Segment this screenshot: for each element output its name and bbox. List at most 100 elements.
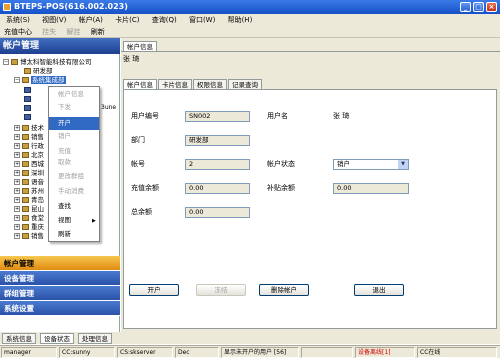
context-menu: 帐户信息 下发 开户 销户 充值 取款 更改群组 手动消费 查找 视图 ▶ 刷新 [48, 86, 100, 242]
tree-item[interactable]: + 昆山 [14, 205, 44, 213]
folder-icon [22, 188, 29, 194]
status-message: 显示未开户的用户 [56] [221, 347, 299, 358]
tree-item-sysint[interactable]: − 系统集成部 [14, 76, 66, 84]
menu-view[interactable]: 视图(V) [36, 14, 70, 26]
expand-icon[interactable]: + [14, 170, 20, 176]
expand-icon[interactable]: + [14, 179, 20, 185]
recharge-balance-field[interactable]: 0.00 [185, 183, 250, 194]
nav-system-settings[interactable]: 系统设置 [0, 301, 120, 316]
tree-item[interactable]: + 西城 [14, 160, 44, 168]
expand-icon[interactable]: + [14, 215, 20, 221]
account-field[interactable]: 2 [185, 159, 250, 170]
open-account-button[interactable]: 开户 [129, 284, 179, 296]
user-no-field[interactable]: SN002 [185, 111, 250, 122]
menu-bar: 系统(S) 视图(V) 帐户(A) 卡片(C) 查询(Q) 窗口(W) 帮助(H… [0, 14, 500, 26]
folder-icon [22, 215, 29, 221]
chevron-down-icon[interactable]: ▼ [398, 160, 408, 169]
folder-icon [22, 179, 29, 185]
tab-card-info[interactable]: 卡片信息 [158, 79, 192, 89]
menu-query[interactable]: 查询(Q) [146, 14, 181, 26]
freeze-button[interactable]: 冻结 [196, 284, 246, 296]
tree-item[interactable]: + 语音 [14, 178, 44, 186]
expand-icon[interactable]: + [14, 233, 20, 239]
ctx-close-account[interactable]: 销户 [49, 130, 99, 143]
maximize-button[interactable]: □ [473, 2, 484, 12]
status-dec: Dec [175, 347, 219, 358]
tree-user-node[interactable] [24, 113, 33, 121]
tree-item[interactable]: + 北京 [14, 151, 44, 159]
window-title: BTEPS-POS(616.002.023) [14, 2, 128, 11]
ctx-open-account[interactable]: 开户 [49, 117, 99, 130]
ctx-issue[interactable]: 下发 [49, 101, 99, 114]
recharge-center-button[interactable]: 充值中心 [0, 26, 36, 38]
status-cs: CS:skserver [117, 347, 173, 358]
nav-group-management[interactable]: 群组管理 [0, 286, 120, 301]
tree-item[interactable]: + 技术 [14, 124, 44, 132]
bottom-tabs: 系统信息 设备状态 处理信息 [0, 332, 500, 344]
tree-item[interactable]: + 青岛 [14, 196, 44, 204]
status-user: manager [1, 347, 57, 358]
minimize-button[interactable]: _ [460, 2, 471, 12]
collapse-icon[interactable]: − [14, 77, 20, 83]
menu-window[interactable]: 窗口(W) [183, 14, 219, 26]
ctx-change-group[interactable]: 更改群组 [49, 170, 99, 183]
tree-item[interactable]: + 食堂 [14, 214, 44, 222]
ctx-manual-consume[interactable]: 手动消费 [49, 185, 99, 198]
expand-icon[interactable]: + [14, 161, 20, 167]
close-button[interactable]: × [486, 2, 497, 12]
tree-user-node[interactable] [24, 95, 33, 103]
tab-record-query[interactable]: 记录查询 [228, 79, 262, 89]
collapse-icon[interactable]: − [3, 59, 9, 65]
folder-icon [22, 125, 29, 131]
folder-icon [22, 170, 29, 176]
doc-tab-account-info[interactable]: 帐户信息 [123, 41, 157, 51]
expand-icon[interactable]: + [14, 134, 20, 140]
menu-help[interactable]: 帮助(H) [222, 14, 257, 26]
tab-processing-info[interactable]: 处理信息 [78, 333, 112, 344]
dept-field[interactable]: 研发部 [185, 135, 250, 146]
refresh-button[interactable]: 刷新 [87, 26, 109, 38]
account-status-label: 帐户状态 [267, 160, 295, 168]
tab-device-status[interactable]: 设备状态 [40, 333, 74, 344]
tree-item[interactable]: + 销售 [14, 232, 44, 240]
menu-card[interactable]: 卡片(C) [109, 14, 143, 26]
tree-item[interactable]: + 行政 [14, 142, 44, 150]
expand-icon[interactable]: + [14, 188, 20, 194]
nav-account-management[interactable]: 帐户管理 [0, 256, 120, 271]
tree-item[interactable]: + 苏州 [14, 187, 44, 195]
tree-user-node[interactable] [24, 104, 33, 112]
expand-icon[interactable]: + [14, 197, 20, 203]
expand-icon[interactable]: + [14, 224, 20, 230]
report-loss-button[interactable]: 挂失 [38, 26, 60, 38]
expand-icon[interactable]: + [14, 125, 20, 131]
recharge-balance-label: 充值余额 [131, 184, 159, 192]
ctx-find[interactable]: 查找 [49, 200, 99, 213]
menu-account[interactable]: 帐户(A) [73, 14, 107, 26]
submenu-arrow-icon: ▶ [92, 218, 96, 224]
tree-item[interactable]: + 销售 [14, 133, 44, 141]
menu-system[interactable]: 系统(S) [0, 14, 34, 26]
expand-icon[interactable]: + [14, 152, 20, 158]
total-balance-field[interactable]: 0.00 [185, 207, 250, 218]
tree-user-node[interactable] [24, 86, 33, 94]
tab-permission-info[interactable]: 权限信息 [193, 79, 227, 89]
tree-item[interactable]: + 重庆 [14, 223, 44, 231]
tab-account-info[interactable]: 帐户信息 [123, 79, 157, 89]
tree-item[interactable]: + 深圳 [14, 169, 44, 177]
nav-device-management[interactable]: 设备管理 [0, 271, 120, 286]
expand-icon[interactable]: + [14, 206, 20, 212]
ctx-account-info[interactable]: 帐户信息 [49, 88, 99, 101]
subsidy-balance-field[interactable]: 0.00 [333, 183, 409, 194]
expand-icon[interactable]: + [14, 143, 20, 149]
exit-button[interactable]: 退出 [354, 284, 404, 296]
tree-item-rnd[interactable]: 研发部 [24, 67, 53, 75]
tab-system-info[interactable]: 系统信息 [2, 333, 36, 344]
account-status-select[interactable]: 销户 ▼ [333, 159, 409, 170]
unblock-button[interactable]: 解挂 [62, 26, 84, 38]
delete-account-button[interactable]: 删除帐户 [259, 284, 309, 296]
user-name-value: 张 琦 [333, 112, 350, 120]
tree-root[interactable]: − 博太科智能科技有限公司 [3, 58, 92, 66]
folder-icon [22, 224, 29, 230]
ctx-withdraw[interactable]: 取款 [49, 156, 99, 169]
ctx-refresh[interactable]: 刷新 [49, 228, 99, 241]
